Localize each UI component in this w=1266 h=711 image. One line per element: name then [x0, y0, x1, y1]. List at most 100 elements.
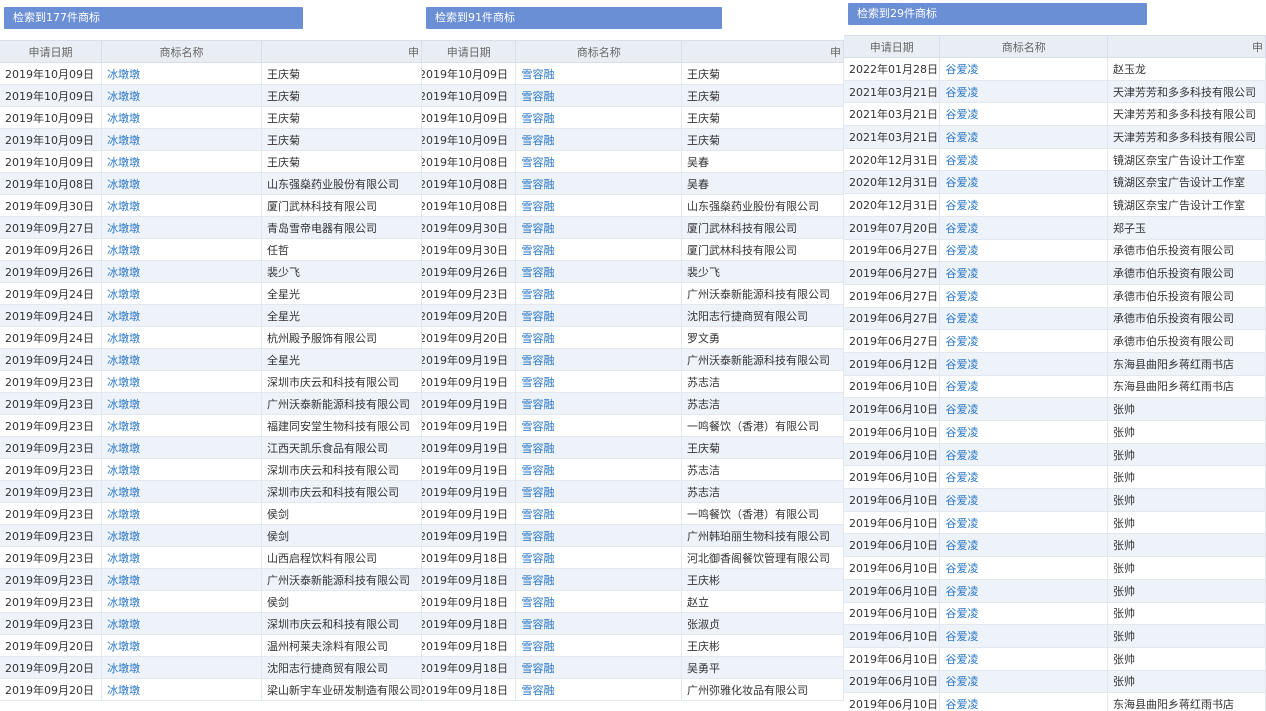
table-row[interactable]: 2019年09月18日 雪容融 赵立	[422, 590, 844, 613]
column-header-applicant[interactable]: 申	[261, 40, 422, 63]
trademark-name-link[interactable]: 冰墩墩	[101, 150, 262, 173]
table-row[interactable]: 2021年03月21日 谷爱凌 天津芳芳和多多科技有限公司	[844, 102, 1266, 127]
column-header-name[interactable]: 商标名称	[101, 40, 262, 63]
trademark-name-link[interactable]: 谷爱凌	[939, 239, 1109, 263]
table-row[interactable]: 2019年09月20日 冰墩墩 沈阳志行捷商贸有限公司	[0, 656, 422, 679]
table-row[interactable]: 2019年09月24日 冰墩墩 全星光	[0, 348, 422, 371]
trademark-name-link[interactable]: 冰墩墩	[101, 370, 262, 393]
table-row[interactable]: 2019年09月19日 雪容融 苏志洁	[422, 392, 844, 415]
trademark-name-link[interactable]: 冰墩墩	[101, 458, 262, 481]
trademark-name-link[interactable]: 冰墩墩	[101, 282, 262, 305]
table-row[interactable]: 2019年09月19日 雪容融 一鸣餐饮（香港）有限公司	[422, 502, 844, 525]
table-row[interactable]: 2019年06月27日 谷爱凌 承德市伯乐投资有限公司	[844, 329, 1266, 353]
trademark-name-link[interactable]: 谷爱凌	[939, 647, 1109, 671]
table-row[interactable]: 2019年06月10日 谷爱凌 张帅	[844, 556, 1266, 580]
trademark-name-link[interactable]: 雪容融	[515, 502, 683, 525]
trademark-name-link[interactable]: 冰墩墩	[101, 436, 262, 459]
table-row[interactable]: 2019年06月27日 谷爱凌 承德市伯乐投资有限公司	[844, 239, 1266, 263]
table-row[interactable]: 2019年10月08日 雪容融 吴春	[422, 172, 844, 195]
trademark-name-link[interactable]: 雪容融	[515, 194, 683, 217]
trademark-name-link[interactable]: 雪容融	[515, 216, 683, 239]
table-row[interactable]: 2019年09月18日 雪容融 王庆彬	[422, 634, 844, 657]
table-row[interactable]: 2019年09月20日 雪容融 沈阳志行捷商贸有限公司	[422, 304, 844, 327]
trademark-name-link[interactable]: 雪容融	[515, 678, 683, 701]
trademark-name-link[interactable]: 雪容融	[515, 172, 683, 195]
table-row[interactable]: 2021年03月21日 谷爱凌 天津芳芳和多多科技有限公司	[844, 80, 1266, 104]
trademark-name-link[interactable]: 谷爱凌	[939, 488, 1109, 512]
table-row[interactable]: 2019年09月19日 雪容融 广州沃泰新能源科技有限公司	[422, 348, 844, 371]
trademark-name-link[interactable]: 雪容融	[515, 414, 683, 437]
table-row[interactable]: 2019年09月27日 冰墩墩 青岛雪帝电器有限公司	[0, 216, 422, 239]
table-row[interactable]: 2019年09月19日 雪容融 王庆菊	[422, 436, 844, 459]
trademark-name-link[interactable]: 谷爱凌	[939, 511, 1109, 535]
trademark-name-link[interactable]: 谷爱凌	[939, 465, 1109, 490]
table-row[interactable]: 2019年06月10日 谷爱凌 张帅	[844, 602, 1266, 626]
table-row[interactable]: 2019年09月30日 雪容融 厦门武林科技有限公司	[422, 216, 844, 239]
table-row[interactable]: 2019年06月12日 谷爱凌 东海县曲阳乡蒋红雨书店	[844, 352, 1266, 376]
table-row[interactable]: 2019年09月23日 冰墩墩 广州沃泰新能源科技有限公司	[0, 568, 422, 591]
table-row[interactable]: 2019年09月26日 冰墩墩 裴少飞	[0, 260, 422, 283]
trademark-name-link[interactable]: 冰墩墩	[101, 128, 262, 151]
column-header-applicant[interactable]: 申	[1107, 35, 1266, 58]
trademark-name-link[interactable]: 冰墩墩	[101, 612, 262, 635]
table-row[interactable]: 2022年01月28日 谷爱凌 赵玉龙	[844, 57, 1266, 81]
column-header-date[interactable]: 申请日期	[422, 40, 517, 63]
trademark-name-link[interactable]: 冰墩墩	[101, 216, 262, 239]
table-row[interactable]: 2019年06月10日 谷爱凌 张帅	[844, 397, 1266, 421]
trademark-name-link[interactable]: 雪容融	[515, 304, 683, 327]
table-row[interactable]: 2019年09月18日 雪容融 王庆彬	[422, 568, 844, 591]
table-row[interactable]: 2019年09月23日 冰墩墩 侯剑	[0, 590, 422, 613]
table-row[interactable]: 2019年06月10日 谷爱凌 张帅	[844, 465, 1266, 490]
trademark-name-link[interactable]: 冰墩墩	[101, 62, 262, 85]
table-row[interactable]: 2019年10月08日 雪容融 山东强燊药业股份有限公司	[422, 194, 844, 217]
trademark-name-link[interactable]: 冰墩墩	[101, 546, 262, 569]
table-row[interactable]: 2019年10月09日 冰墩墩 王庆菊	[0, 128, 422, 151]
trademark-name-link[interactable]: 谷爱凌	[939, 125, 1109, 149]
trademark-name-link[interactable]: 雪容融	[515, 568, 683, 591]
table-row[interactable]: 2019年09月18日 雪容融 广州弥雅化妆品有限公司	[422, 678, 844, 701]
trademark-name-link[interactable]: 冰墩墩	[101, 656, 262, 679]
column-header-applicant[interactable]: 申	[681, 40, 844, 63]
trademark-name-link[interactable]: 冰墩墩	[101, 524, 262, 547]
table-row[interactable]: 2019年10月09日 冰墩墩 王庆菊	[0, 150, 422, 173]
table-row[interactable]: 2019年09月20日 雪容融 罗文勇	[422, 326, 844, 349]
table-row[interactable]: 2019年06月10日 谷爱凌 张帅	[844, 443, 1266, 467]
trademark-name-link[interactable]: 谷爱凌	[939, 102, 1109, 127]
column-header-date[interactable]: 申请日期	[0, 40, 103, 63]
trademark-name-link[interactable]: 谷爱凌	[939, 170, 1109, 195]
table-row[interactable]: 2019年09月18日 雪容融 吴勇平	[422, 656, 844, 679]
table-row[interactable]: 2019年09月18日 雪容融 张淑贞	[422, 612, 844, 635]
trademark-name-link[interactable]: 冰墩墩	[101, 326, 262, 349]
trademark-name-link[interactable]: 谷爱凌	[939, 533, 1109, 558]
table-row[interactable]: 2020年12月31日 谷爱凌 镜湖区奈宝广告设计工作室	[844, 170, 1266, 195]
table-row[interactable]: 2019年09月23日 冰墩墩 侯剑	[0, 524, 422, 547]
table-row[interactable]: 2019年10月08日 冰墩墩 山东强燊药业股份有限公司	[0, 172, 422, 195]
trademark-name-link[interactable]: 谷爱凌	[939, 352, 1109, 376]
table-row[interactable]: 2019年09月20日 冰墩墩 梁山新宇车业研发制造有限公司	[0, 678, 422, 701]
trademark-name-link[interactable]: 雪容融	[515, 282, 683, 305]
table-row[interactable]: 2019年06月10日 谷爱凌 东海县曲阳乡蒋红雨书店	[844, 692, 1266, 711]
table-row[interactable]: 2021年03月21日 谷爱凌 天津芳芳和多多科技有限公司	[844, 125, 1266, 149]
trademark-name-link[interactable]: 谷爱凌	[939, 261, 1109, 285]
trademark-name-link[interactable]: 雪容融	[515, 260, 683, 283]
table-row[interactable]: 2019年07月20日 谷爱凌 郑子玉	[844, 216, 1266, 240]
table-row[interactable]: 2019年06月10日 谷爱凌 张帅	[844, 488, 1266, 512]
table-row[interactable]: 2019年09月23日 冰墩墩 侯剑	[0, 502, 422, 525]
table-row[interactable]: 2019年10月09日 雪容融 王庆菊	[422, 84, 844, 107]
trademark-name-link[interactable]: 雪容融	[515, 238, 683, 261]
trademark-name-link[interactable]: 谷爱凌	[939, 80, 1109, 104]
trademark-name-link[interactable]: 谷爱凌	[939, 193, 1109, 217]
trademark-name-link[interactable]: 雪容融	[515, 612, 683, 635]
table-row[interactable]: 2019年09月23日 冰墩墩 广州沃泰新能源科技有限公司	[0, 392, 422, 415]
table-row[interactable]: 2019年09月24日 冰墩墩 全星光	[0, 282, 422, 305]
table-row[interactable]: 2019年09月23日 冰墩墩 深圳市庆云和科技有限公司	[0, 480, 422, 503]
table-row[interactable]: 2019年06月10日 谷爱凌 张帅	[844, 670, 1266, 694]
trademark-name-link[interactable]: 冰墩墩	[101, 84, 262, 107]
trademark-name-link[interactable]: 雪容融	[515, 436, 683, 459]
table-row[interactable]: 2019年06月27日 谷爱凌 承德市伯乐投资有限公司	[844, 261, 1266, 285]
table-row[interactable]: 2019年10月09日 雪容融 王庆菊	[422, 62, 844, 85]
trademark-name-link[interactable]: 雪容融	[515, 480, 683, 503]
table-row[interactable]: 2019年06月10日 谷爱凌 张帅	[844, 647, 1266, 671]
trademark-name-link[interactable]: 雪容融	[515, 392, 683, 415]
trademark-name-link[interactable]: 谷爱凌	[939, 148, 1109, 172]
